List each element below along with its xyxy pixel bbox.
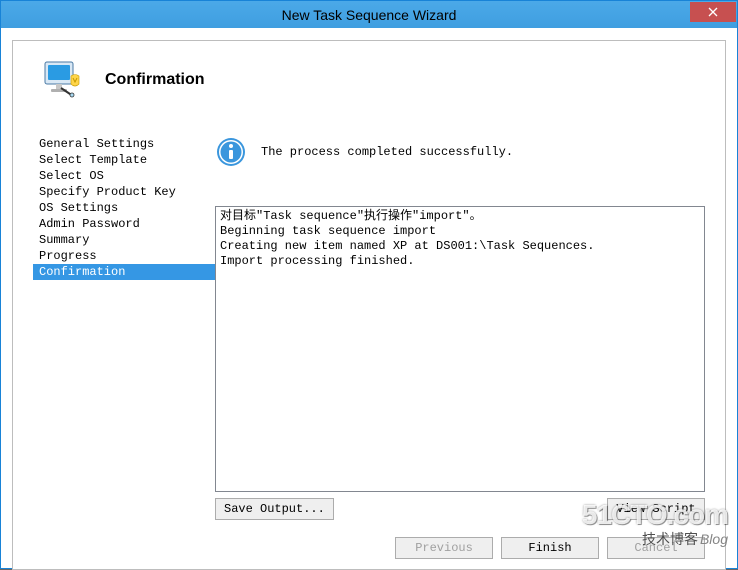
footer: Previous Finish Cancel [13, 530, 725, 569]
sidebar-item-os-settings[interactable]: OS Settings [33, 200, 215, 216]
sidebar-item-summary[interactable]: Summary [33, 232, 215, 248]
sidebar-item-general-settings[interactable]: General Settings [33, 136, 215, 152]
close-button[interactable] [690, 2, 736, 22]
log-output[interactable]: 对目标"Task sequence"执行操作"import"。 Beginnin… [215, 206, 705, 492]
close-icon [708, 7, 718, 17]
cancel-button: Cancel [607, 537, 705, 559]
log-line: Beginning task sequence import [220, 224, 436, 238]
page-title: Confirmation [105, 71, 205, 89]
info-icon [215, 136, 247, 168]
log-line: Import processing finished. [220, 254, 414, 268]
sidebar-item-select-os[interactable]: Select OS [33, 168, 215, 184]
sidebar-item-specify-product-key[interactable]: Specify Product Key [33, 184, 215, 200]
save-output-button[interactable]: Save Output... [215, 498, 334, 520]
body: General Settings Select Template Select … [13, 118, 725, 530]
window-title: New Task Sequence Wizard [1, 7, 737, 23]
previous-button: Previous [395, 537, 493, 559]
finish-button[interactable]: Finish [501, 537, 599, 559]
content: Confirmation General Settings Select Tem… [12, 40, 726, 570]
sidebar-item-progress[interactable]: Progress [33, 248, 215, 264]
titlebar: New Task Sequence Wizard [1, 1, 737, 28]
sidebar-item-admin-password[interactable]: Admin Password [33, 216, 215, 232]
status-message: The process completed successfully. [261, 145, 513, 159]
view-script-button[interactable]: View Script [607, 498, 705, 520]
sidebar: General Settings Select Template Select … [33, 136, 215, 520]
header: Confirmation [13, 41, 725, 118]
main-panel: The process completed successfully. 对目标"… [215, 136, 705, 520]
content-outer: Confirmation General Settings Select Tem… [1, 28, 737, 568]
sidebar-item-select-template[interactable]: Select Template [33, 152, 215, 168]
wizard-window: New Task Sequence Wizard [0, 0, 738, 569]
log-line: Creating new item named XP at DS001:\Tas… [220, 239, 594, 253]
status-row: The process completed successfully. [215, 136, 705, 168]
mid-button-row: Save Output... View Script [215, 498, 705, 520]
sidebar-item-confirmation[interactable]: Confirmation [33, 264, 215, 280]
log-line: 对目标"Task sequence"执行操作"import"。 [220, 209, 482, 223]
computer-icon [41, 58, 85, 102]
